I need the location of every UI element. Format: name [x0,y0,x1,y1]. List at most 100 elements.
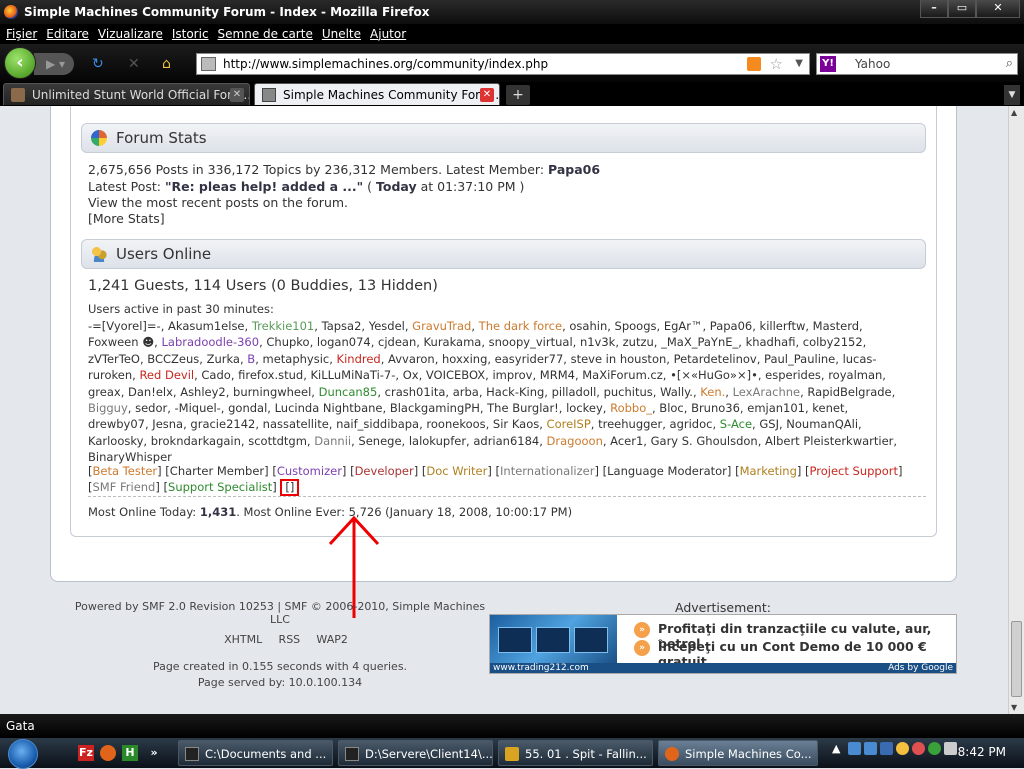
new-tab-button[interactable]: + [506,85,530,105]
tab-close-icon[interactable]: ✕ [480,88,494,102]
member-link[interactable]: The dark force [479,319,562,333]
scroll-down-icon[interactable]: ▼ [1011,703,1017,712]
xhtml-link[interactable]: XHTML [224,633,262,646]
menu-file[interactable]: Fişier [6,27,37,41]
app-tray-icon[interactable] [912,742,926,755]
filezilla-icon[interactable]: Fz [78,745,94,761]
empty-membergroup-highlight[interactable]: [] [280,479,300,497]
scroll-thumb[interactable] [1011,621,1022,697]
more-stats-link[interactable]: [More Stats] [88,211,165,226]
member-link[interactable]: S-Ace [720,417,752,431]
member-link[interactable]: B [247,352,255,366]
tab-unlimited-stunt-world[interactable]: Unlimited Stunt World Official Foru... ✕ [3,83,250,105]
page-created: Page created in 0.155 seconds with 4 que… [152,660,408,673]
member-list-text: , treehugger, agridoc, [590,417,720,432]
membergroup-link[interactable]: Internationalizer [500,464,594,478]
membergroup-link[interactable]: Language Moderator [607,464,727,478]
membergroup-link[interactable]: Support Specialist [168,480,272,494]
advertisement-banner[interactable]: » Profitaţi din tranzacţiile cu valute, … [489,614,957,674]
wap2-link[interactable]: WAP2 [316,633,347,646]
membergroup-item: [Project Support] [805,464,902,478]
network-icon[interactable] [848,742,862,755]
recent-posts-link[interactable]: View the most recent posts on the forum. [88,195,348,210]
menu-help[interactable]: Ajutor [370,27,406,41]
home-icon[interactable]: ⌂ [162,56,171,72]
rss-feed-icon[interactable] [747,57,761,71]
rss-link[interactable]: RSS [279,633,301,646]
search-bar[interactable]: Y! Yahoo ⌕ [816,53,1018,75]
member-link[interactable]: Ken. [700,385,725,399]
stats-line-2: Latest Post: "Re: pleas help! added a ..… [88,179,524,194]
task-explorer[interactable]: C:\Documents and ... [178,740,333,766]
membergroup-link[interactable]: Doc Writer [426,464,487,478]
display-icon[interactable] [864,742,878,755]
firefox-quicklaunch-icon[interactable] [100,745,116,761]
member-link[interactable]: Duncan85 [319,385,378,399]
url-bar[interactable]: http://www.simplemachines.org/community/… [196,53,810,75]
member-list-text: -=[Vyorel]=-, Akasum1else, [88,319,252,333]
member-link[interactable]: Trekkie101 [252,319,314,333]
tab-simple-machines[interactable]: Simple Machines Community Foru... ✕ [254,83,500,105]
membergroup-link[interactable]: Project Support [810,464,898,478]
vertical-scrollbar[interactable]: ▲ ▼ [1008,106,1024,714]
window-title: Simple Machines Community Forum - Index … [24,5,430,19]
url-dropdown-icon[interactable]: ▼ [795,54,803,74]
quicklaunch-more-icon[interactable]: » [146,745,162,761]
menu-history[interactable]: Istoric [172,27,209,41]
maximize-button[interactable]: ▭ [948,0,976,18]
app-quicklaunch-icon[interactable]: H [122,745,138,761]
membergroup-link[interactable]: Charter Member [170,464,264,478]
member-link[interactable]: Labradoodle-360 [162,335,260,349]
member-link[interactable]: Red Devil [139,368,194,382]
membergroup-link[interactable]: Beta Tester [93,464,158,478]
music-player-icon [505,747,519,761]
ad-monitor-graphic [498,627,532,653]
menu-view[interactable]: Vizualizare [98,27,163,41]
task-firefox[interactable]: Simple Machines Co... [658,740,818,766]
latest-post-sep: ( [363,179,376,194]
member-link[interactable]: Dannii [314,434,351,448]
security-icon[interactable] [928,742,942,755]
site-identity-icon[interactable] [201,57,216,71]
membergroup-link[interactable]: SMF Friend [93,480,156,494]
membergroup-link[interactable]: Developer [355,464,414,478]
menu-edit[interactable]: Editare [46,27,89,41]
member-link[interactable]: Robbo_ [610,401,652,415]
volume-icon[interactable] [944,742,958,755]
start-button[interactable] [8,739,38,769]
member-link[interactable]: CoreISP [547,417,591,431]
task-cmd[interactable]: D:\Servere\Client14\... [338,740,493,766]
task-music-player[interactable]: 55. 01 . Spit - Fallin... [498,740,653,766]
reload-icon[interactable]: ↻ [92,56,104,72]
tab-close-icon[interactable]: ✕ [230,88,244,102]
ad-image[interactable] [490,615,617,665]
minimize-button[interactable]: – [920,0,948,18]
messenger-icon[interactable] [896,742,910,755]
powered-by-text[interactable]: Powered by SMF 2.0 Revision 10253 | SMF … [60,600,500,613]
bookmark-star-icon[interactable]: ☆ [770,54,783,74]
bracket-close: ] [272,480,281,495]
menu-bookmarks[interactable]: Semne de carte [218,27,313,41]
latest-member-link[interactable]: Papa06 [548,162,600,177]
member-link[interactable]: Kindred [337,352,381,366]
member-link[interactable]: Bigguy [88,401,128,415]
tab-list-button[interactable]: ▼ [1004,85,1020,105]
back-button[interactable]: ‹ [4,47,36,79]
membergroup-link[interactable]: Customizer [277,464,342,478]
menu-tools[interactable]: Unelte [322,27,361,41]
ads-by-google-link[interactable]: Ads by Google [885,663,956,673]
member-link[interactable]: GravuTrad [412,319,471,333]
search-icon[interactable]: ⌕ [1006,54,1013,74]
forward-button[interactable]: ▶ ▾ [34,53,74,75]
latest-post-link[interactable]: "Re: pleas help! added a ..." [165,179,363,194]
device-icon[interactable] [880,742,894,755]
membergroup-link[interactable]: Marketing [740,464,797,478]
yahoo-search-engine-icon[interactable]: Y! [820,56,836,72]
close-button[interactable]: ✕ [976,0,1020,18]
scroll-up-icon[interactable]: ▲ [1011,108,1017,117]
member-link[interactable]: LexArachne [733,385,801,399]
stop-icon[interactable]: ✕ [128,56,140,72]
clock[interactable]: 8:42 PM [958,745,1006,759]
member-link[interactable]: Dragooon [547,434,603,448]
tray-expand-icon[interactable]: ▲ [832,742,840,755]
